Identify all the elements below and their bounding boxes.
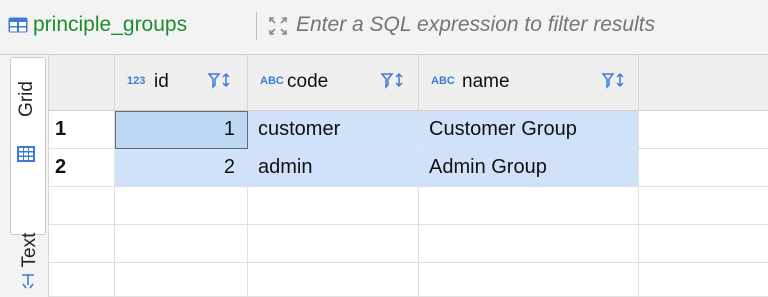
empty-cell <box>248 225 419 263</box>
tab-text[interactable]: Text <box>18 220 42 280</box>
empty-cell <box>639 225 768 263</box>
expand-icon[interactable] <box>268 16 288 36</box>
empty-cell <box>49 263 115 297</box>
cell-code[interactable]: admin <box>248 149 419 187</box>
column-header-code[interactable]: ABC code <box>248 55 419 111</box>
row-filler <box>639 111 768 149</box>
string-type-icon: ABC <box>431 75 455 87</box>
empty-cell <box>639 263 768 297</box>
filter-sort-icon[interactable] <box>601 71 627 91</box>
grid-icon <box>17 146 35 162</box>
empty-cell <box>115 187 248 225</box>
column-header-name[interactable]: ABC name <box>419 55 639 111</box>
filter-input[interactable] <box>296 11 768 39</box>
cell-id[interactable]: 1 <box>115 111 248 149</box>
cell-code[interactable]: customer <box>248 111 419 149</box>
header-filler <box>639 55 768 111</box>
empty-cell <box>639 187 768 225</box>
cell-id[interactable]: 2 <box>115 149 248 187</box>
string-type-icon: ABC <box>260 75 284 87</box>
empty-cell <box>115 263 248 297</box>
text-icon <box>22 274 34 289</box>
cell-name[interactable]: Customer Group <box>419 111 639 149</box>
filter-toolbar: principle_groups <box>0 0 768 55</box>
column-label-code: code <box>287 71 329 92</box>
empty-cell <box>115 225 248 263</box>
row-number[interactable]: 1 <box>49 111 115 149</box>
row-number[interactable]: 2 <box>49 149 115 187</box>
empty-cell <box>419 187 639 225</box>
empty-cell <box>49 225 115 263</box>
filter-sort-icon[interactable] <box>207 71 233 91</box>
number-type-icon: 123 <box>127 75 146 87</box>
divider <box>256 12 257 40</box>
empty-cell <box>49 187 115 225</box>
row-filler <box>639 149 768 187</box>
column-label-name: name <box>462 71 510 92</box>
tab-grid[interactable]: Grid <box>10 57 46 235</box>
table-icon <box>8 17 28 33</box>
results-grid: 123 id ABC code ABC name 1 1 customer Cu… <box>49 55 768 297</box>
column-header-id[interactable]: 123 id <box>115 55 248 111</box>
header-corner <box>49 55 115 111</box>
column-label-id: id <box>154 71 169 92</box>
empty-cell <box>419 225 639 263</box>
empty-cell <box>419 263 639 297</box>
empty-cell <box>248 263 419 297</box>
tab-grid-label: Grid <box>16 81 37 117</box>
filter-sort-icon[interactable] <box>380 71 406 91</box>
cell-name[interactable]: Admin Group <box>419 149 639 187</box>
empty-cell <box>248 187 419 225</box>
table-name[interactable]: principle_groups <box>33 11 187 39</box>
